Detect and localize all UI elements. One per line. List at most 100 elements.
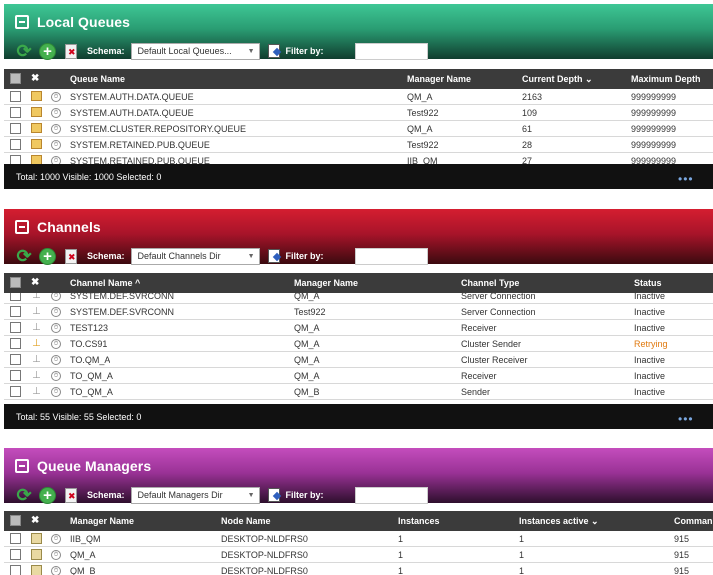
more-icon[interactable]: ••• <box>678 173 694 185</box>
panel-title: Channels <box>37 219 101 235</box>
channel-name: TEST123 <box>70 323 109 333</box>
row-checkbox[interactable] <box>10 91 21 102</box>
delete-icon[interactable] <box>65 487 77 503</box>
panel-title: Local Queues <box>37 14 131 30</box>
table-row[interactable]: ⊥ ⏱ SYSTEM.DEF.SVRCONN QM_A Server Connectio… <box>4 293 713 304</box>
channel-status: Inactive <box>634 293 666 301</box>
schema-value: Default Channels Dir <box>137 250 221 261</box>
collapse-icon[interactable] <box>15 15 29 29</box>
row-checkbox[interactable] <box>10 370 21 381</box>
refresh-icon[interactable]: ⟳ <box>15 42 33 60</box>
maximum-depth: 999999999 <box>631 140 677 150</box>
command-level: 915 <box>674 566 690 575</box>
row-checkbox[interactable] <box>10 123 21 134</box>
column-header[interactable]: Queue Name <box>70 69 400 89</box>
schema-dropdown[interactable]: Default Channels Dir ▼ <box>130 247 260 265</box>
chevron-down-icon: ▼ <box>247 47 255 55</box>
row-checkbox[interactable] <box>10 107 21 118</box>
schema-dropdown[interactable]: Default Local Queues... ▼ <box>130 42 260 60</box>
column-header[interactable]: Manager Name <box>407 69 517 89</box>
row-checkbox[interactable] <box>10 386 21 397</box>
refresh-icon[interactable]: ⟳ <box>15 486 33 504</box>
queue-name: SYSTEM.AUTH.DATA.QUEUE <box>70 108 194 118</box>
row-checkbox[interactable] <box>10 293 21 301</box>
column-header[interactable]: Channel Type <box>461 273 626 293</box>
maximum-depth: 999999999 <box>631 108 677 118</box>
table-row[interactable]: ⏱ SYSTEM.AUTH.DATA.QUEUE Test922 109 9999999… <box>4 105 713 121</box>
command-level: 915 <box>674 534 690 544</box>
channel-icon: ⊥ <box>32 293 41 301</box>
queue-managers-table: ✖ Manager Name Node Name Instances Insta… <box>4 511 713 575</box>
column-header[interactable]: Comman <box>674 511 713 531</box>
table-row[interactable]: ⏱ QM_B DESKTOP-NLDFRS0 1 1 915 <box>4 563 713 575</box>
filter-input[interactable] <box>354 486 428 504</box>
table-row[interactable]: ⏱ SYSTEM.AUTH.DATA.QUEUE QM_A 2163 999999999 <box>4 89 713 105</box>
local-queues-header: Local Queues ⟳ + Schema: Default Local Q… <box>4 4 713 60</box>
collapse-icon[interactable] <box>15 459 29 473</box>
table-row[interactable]: ⊥ ⏱ TEST123 QM_A Receiver Inactive <box>4 320 713 336</box>
clear-icon[interactable]: ✖ <box>31 69 43 89</box>
table-row[interactable]: ⏱ IIB_QM DESKTOP-NLDFRS0 1 1 915 <box>4 531 713 547</box>
filter-input[interactable] <box>354 42 428 60</box>
table-row[interactable]: ⊥ ⏱ TO_QM_A QM_B Sender Inactive <box>4 384 713 400</box>
channel-type: Server Connection <box>461 307 536 317</box>
add-icon[interactable]: + <box>39 247 56 265</box>
table-row[interactable]: ⏱ SYSTEM.RETAINED.PUB.QUEUE IIB_QM 27 999999… <box>4 153 713 164</box>
table-row[interactable]: ⊥ ⏱ TO.QM_A QM_A Cluster Receiver Inactive <box>4 352 713 368</box>
column-header[interactable]: Instances active ⌄ <box>519 511 669 531</box>
column-header[interactable]: Status <box>634 273 713 293</box>
filter-icon[interactable] <box>267 488 280 502</box>
clock-icon: ⏱ <box>51 339 61 349</box>
instances: 1 <box>398 534 404 544</box>
delete-icon[interactable] <box>65 43 77 59</box>
row-checkbox[interactable] <box>10 322 21 333</box>
channel-type: Sender <box>461 387 491 397</box>
filter-icon[interactable] <box>267 44 280 58</box>
channel-status: Inactive <box>634 323 666 333</box>
row-checkbox[interactable] <box>10 565 21 575</box>
maximum-depth: 999999999 <box>631 124 677 134</box>
column-header[interactable]: Current Depth ⌄ <box>522 69 627 89</box>
queue-name: SYSTEM.CLUSTER.REPOSITORY.QUEUE <box>70 124 247 134</box>
row-checkbox[interactable] <box>10 338 21 349</box>
column-header[interactable]: Node Name <box>221 511 391 531</box>
add-icon[interactable]: + <box>39 42 56 60</box>
queue-managers-title: Queue Managers <box>15 457 151 475</box>
table-row[interactable]: ⏱ QM_A DESKTOP-NLDFRS0 1 1 915 <box>4 547 713 563</box>
collapse-icon[interactable] <box>15 220 29 234</box>
row-checkbox[interactable] <box>10 139 21 150</box>
table-row[interactable]: ⏱ SYSTEM.RETAINED.PUB.QUEUE Test922 28 99999… <box>4 137 713 153</box>
channel-icon: ⊥ <box>32 306 41 317</box>
add-icon[interactable]: + <box>39 486 56 504</box>
more-icon[interactable]: ••• <box>678 413 694 425</box>
clear-icon[interactable]: ✖ <box>31 273 43 293</box>
select-all-checkbox[interactable] <box>10 277 21 288</box>
column-header[interactable]: Instances <box>398 511 513 531</box>
filter-input[interactable] <box>354 247 428 265</box>
table-row[interactable]: ⊥ ⏱ TO.CS91 QM_A Cluster Sender Retrying <box>4 336 713 352</box>
column-header[interactable]: Manager Name <box>294 273 454 293</box>
row-checkbox[interactable] <box>10 533 21 544</box>
schema-dropdown[interactable]: Default Managers Dir ▼ <box>130 486 260 504</box>
clock-icon: ⏱ <box>51 550 61 560</box>
select-all-checkbox[interactable] <box>10 515 21 526</box>
table-row[interactable]: ⏱ SYSTEM.CLUSTER.REPOSITORY.QUEUE QM_A 61 99… <box>4 121 713 137</box>
table-row[interactable]: ⊥ ⏱ SYSTEM.DEF.SVRCONN Test922 Server Connec… <box>4 304 713 320</box>
column-header[interactable]: Channel Name ^ <box>70 273 290 293</box>
instances-active: 1 <box>519 550 525 560</box>
table-row[interactable]: ⊥ ⏱ TO_QM_A QM_A Receiver Inactive <box>4 368 713 384</box>
row-checkbox[interactable] <box>10 155 21 164</box>
delete-icon[interactable] <box>65 248 77 264</box>
row-checkbox[interactable] <box>10 306 21 317</box>
filter-icon[interactable] <box>267 249 280 263</box>
chevron-down-icon: ▼ <box>247 491 255 499</box>
clock-icon: ⏱ <box>51 293 61 301</box>
refresh-icon[interactable]: ⟳ <box>15 247 33 265</box>
clear-icon[interactable]: ✖ <box>31 511 43 531</box>
node-name: DESKTOP-NLDFRS0 <box>221 534 308 544</box>
row-checkbox[interactable] <box>10 549 21 560</box>
row-checkbox[interactable] <box>10 354 21 365</box>
column-header[interactable]: Manager Name <box>70 511 215 531</box>
column-header[interactable]: Maximum Depth <box>631 69 713 89</box>
select-all-checkbox[interactable] <box>10 73 21 84</box>
